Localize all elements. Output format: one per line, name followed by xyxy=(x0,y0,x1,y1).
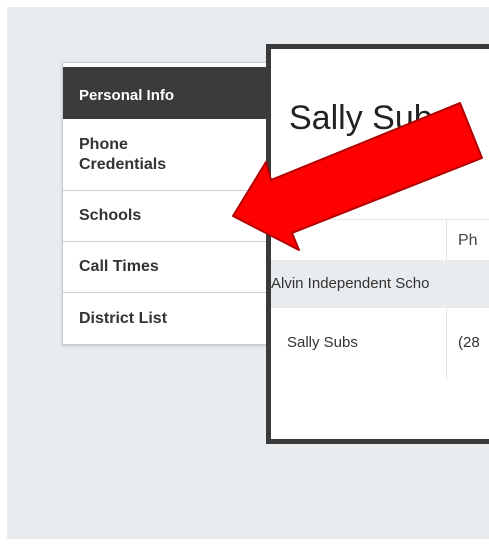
row-phone-cell: (28 xyxy=(458,334,480,351)
sidebar-item-label: Call Times xyxy=(79,258,159,275)
group-row-label: Alvin Independent Scho xyxy=(271,275,430,292)
table-header: Ph xyxy=(271,219,489,260)
sidebar-item-label: Schools xyxy=(79,207,142,224)
column-divider xyxy=(446,220,447,260)
sidebar-menu: Personal Info Phone Credentials Schools … xyxy=(62,62,279,345)
sidebar-item-label: Personal Info xyxy=(79,86,175,104)
sidebar-item-district-list[interactable]: District List xyxy=(63,293,278,344)
sidebar-item-call-times[interactable]: Call Times xyxy=(63,242,278,293)
column-divider xyxy=(446,309,447,379)
row-name-cell: Sally Subs xyxy=(287,334,358,351)
sidebar-item-schools[interactable]: Schools xyxy=(63,191,278,242)
sidebar-item-phone-credentials[interactable]: Phone Credentials xyxy=(63,119,278,191)
sidebar-item-label: Phone Credentials xyxy=(79,135,167,173)
user-details-modal: Sally Subs Ph Alvin Independent Scho Sal… xyxy=(266,44,489,444)
modal-title: Sally Subs xyxy=(289,99,450,137)
column-header-phone: Ph xyxy=(458,232,478,249)
table-row[interactable]: Sally Subs (28 xyxy=(271,309,489,379)
sidebar-item-label: District List xyxy=(79,309,168,327)
sidebar-item-personal-info[interactable]: Personal Info xyxy=(63,63,278,119)
table-group-row: Alvin Independent Scho xyxy=(271,260,489,308)
